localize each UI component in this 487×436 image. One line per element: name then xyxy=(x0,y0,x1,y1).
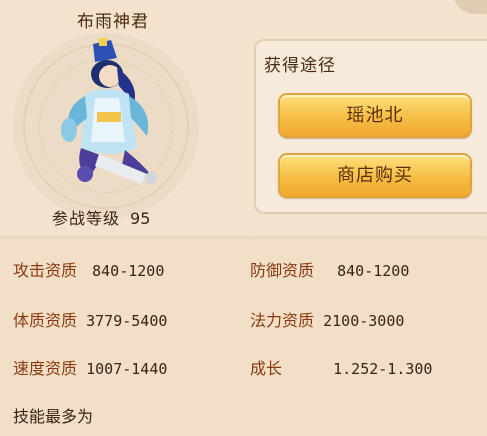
stat-physique-label: 体质资质 xyxy=(13,311,78,330)
stat-speed-label: 速度资质 xyxy=(13,359,78,378)
corner-decoration xyxy=(453,0,487,14)
stat-defense-label: 防御资质 xyxy=(250,261,315,280)
pet-name: 布雨神君 xyxy=(77,12,149,32)
stat-speed-value: 1007-1440 xyxy=(86,360,168,378)
stat-attack-value: 840-1200 xyxy=(92,262,165,280)
stat-growth: 成长 1.252-1.300 xyxy=(250,355,432,379)
pet-info-panel: 布雨神君 参战等级 95 获得途径 瑶池北 商店购买 xyxy=(0,0,487,236)
skills-max-title: 技能最多为 xyxy=(13,407,94,426)
stat-attack-label: 攻击资质 xyxy=(13,261,78,280)
obtain-yaochi-north-button[interactable]: 瑶池北 xyxy=(278,93,472,138)
obtain-shop-purchase-button[interactable]: 商店购买 xyxy=(278,153,472,198)
stat-magic-label: 法力资质 xyxy=(250,311,315,330)
pet-portrait xyxy=(61,38,157,184)
battle-level-label: 参战等级 xyxy=(52,209,121,228)
stat-magic: 法力资质 2100-3000 xyxy=(250,307,404,331)
stat-growth-label: 成长 xyxy=(250,359,283,378)
stat-defense-value: 840-1200 xyxy=(337,262,410,280)
stat-defense: 防御资质 840-1200 xyxy=(250,257,409,281)
stat-growth-value: 1.252-1.300 xyxy=(333,360,433,378)
stat-speed: 速度资质 1007-1440 xyxy=(13,355,167,379)
stat-magic-value: 2100-3000 xyxy=(323,312,405,330)
stat-attack: 攻击资质 840-1200 xyxy=(13,257,164,281)
battle-level: 参战等级 95 xyxy=(52,205,150,229)
obtain-methods-title: 获得途径 xyxy=(264,56,336,76)
battle-level-value: 95 xyxy=(130,209,151,228)
stat-physique-value: 3779-5400 xyxy=(86,312,168,330)
stat-physique: 体质资质 3779-5400 xyxy=(13,307,167,331)
